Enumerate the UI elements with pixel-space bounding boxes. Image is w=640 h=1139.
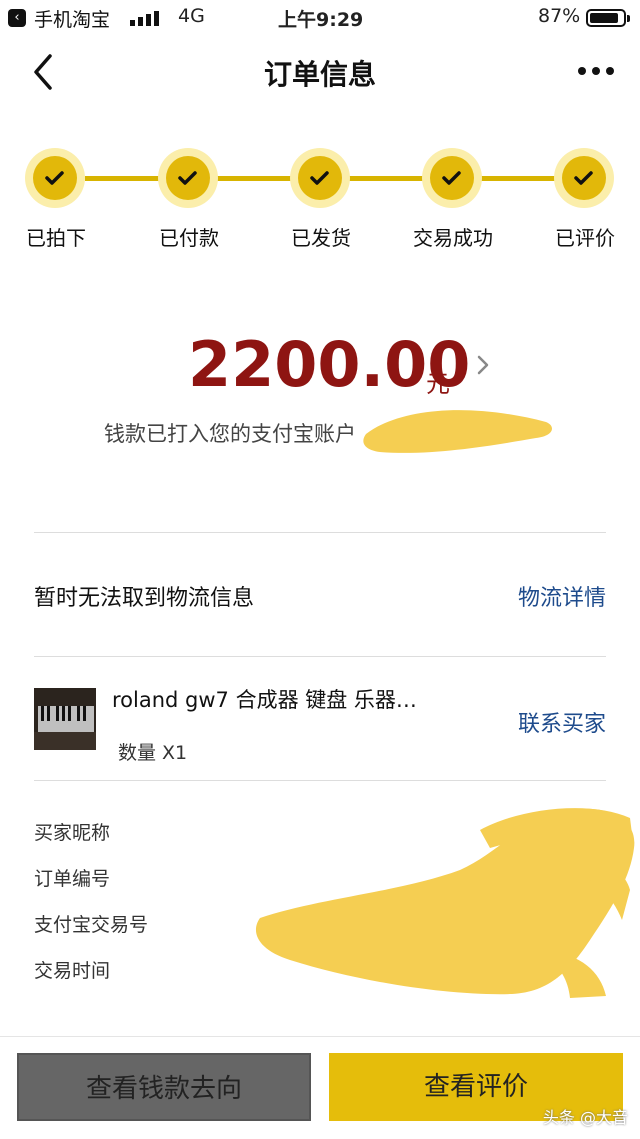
page-title: 订单信息: [263, 58, 376, 91]
logistics-status: 暂时无法取到物流信息: [34, 586, 255, 611]
more-icon[interactable]: [574, 64, 618, 80]
info-label-buyer-nickname: 买家昵称: [34, 822, 111, 844]
order-progress: 已拍下 已付款 已发货 交易成功 已评价: [0, 148, 640, 258]
back-to-app-label[interactable]: 手机淘宝: [34, 5, 110, 32]
step-5-check-icon: [554, 148, 614, 208]
status-bar: ‹ 手机淘宝 4G 上午9:29 87%: [0, 0, 640, 36]
info-label-trade-time: 交易时间: [34, 960, 111, 982]
step-3-check-icon: [290, 148, 350, 208]
step-label: 已评价: [555, 226, 615, 250]
info-label-alipay-transaction: 支付宝交易号: [34, 914, 149, 936]
step-4-check-icon: [422, 148, 482, 208]
chevron-right-icon[interactable]: [474, 352, 492, 378]
signal-icon: [130, 10, 160, 26]
divider: [34, 656, 606, 657]
battery-percent: 87%: [538, 5, 581, 27]
step-label: 交易成功: [413, 226, 493, 250]
product-thumbnail[interactable]: [34, 688, 96, 750]
divider: [34, 532, 606, 533]
nav-bar: 订单信息: [0, 36, 640, 108]
step-label: 已付款: [159, 226, 219, 250]
view-money-flow-button[interactable]: 查看钱款去向: [17, 1053, 311, 1121]
divider: [34, 780, 606, 781]
redaction-scribble: [363, 410, 552, 453]
step-label: 已拍下: [26, 226, 86, 250]
product-quantity: 数量 X1: [118, 742, 188, 764]
battery-icon: [586, 9, 630, 27]
step-1-check-icon: [25, 148, 85, 208]
contact-buyer-link[interactable]: 联系买家: [518, 706, 606, 738]
product-name[interactable]: roland gw7 合成器 键盘 乐器…: [112, 684, 417, 714]
clock: 上午9:29: [278, 9, 364, 31]
logistics-detail-link[interactable]: 物流详情: [518, 580, 606, 612]
info-label-order-number: 订单编号: [34, 868, 111, 890]
amount-row[interactable]: 2200.00 元: [0, 330, 640, 400]
network-type: 4G: [178, 5, 205, 27]
step-label: 已发货: [291, 226, 351, 250]
watermark: 头条 @大音: [542, 1108, 628, 1127]
payment-note: 钱款已打入您的支付宝账户: [104, 422, 356, 446]
step-2-check-icon: [158, 148, 218, 208]
back-to-app-icon[interactable]: ‹: [8, 9, 26, 27]
amount-unit: 元: [426, 370, 450, 398]
redaction-scribble: [255, 808, 635, 998]
